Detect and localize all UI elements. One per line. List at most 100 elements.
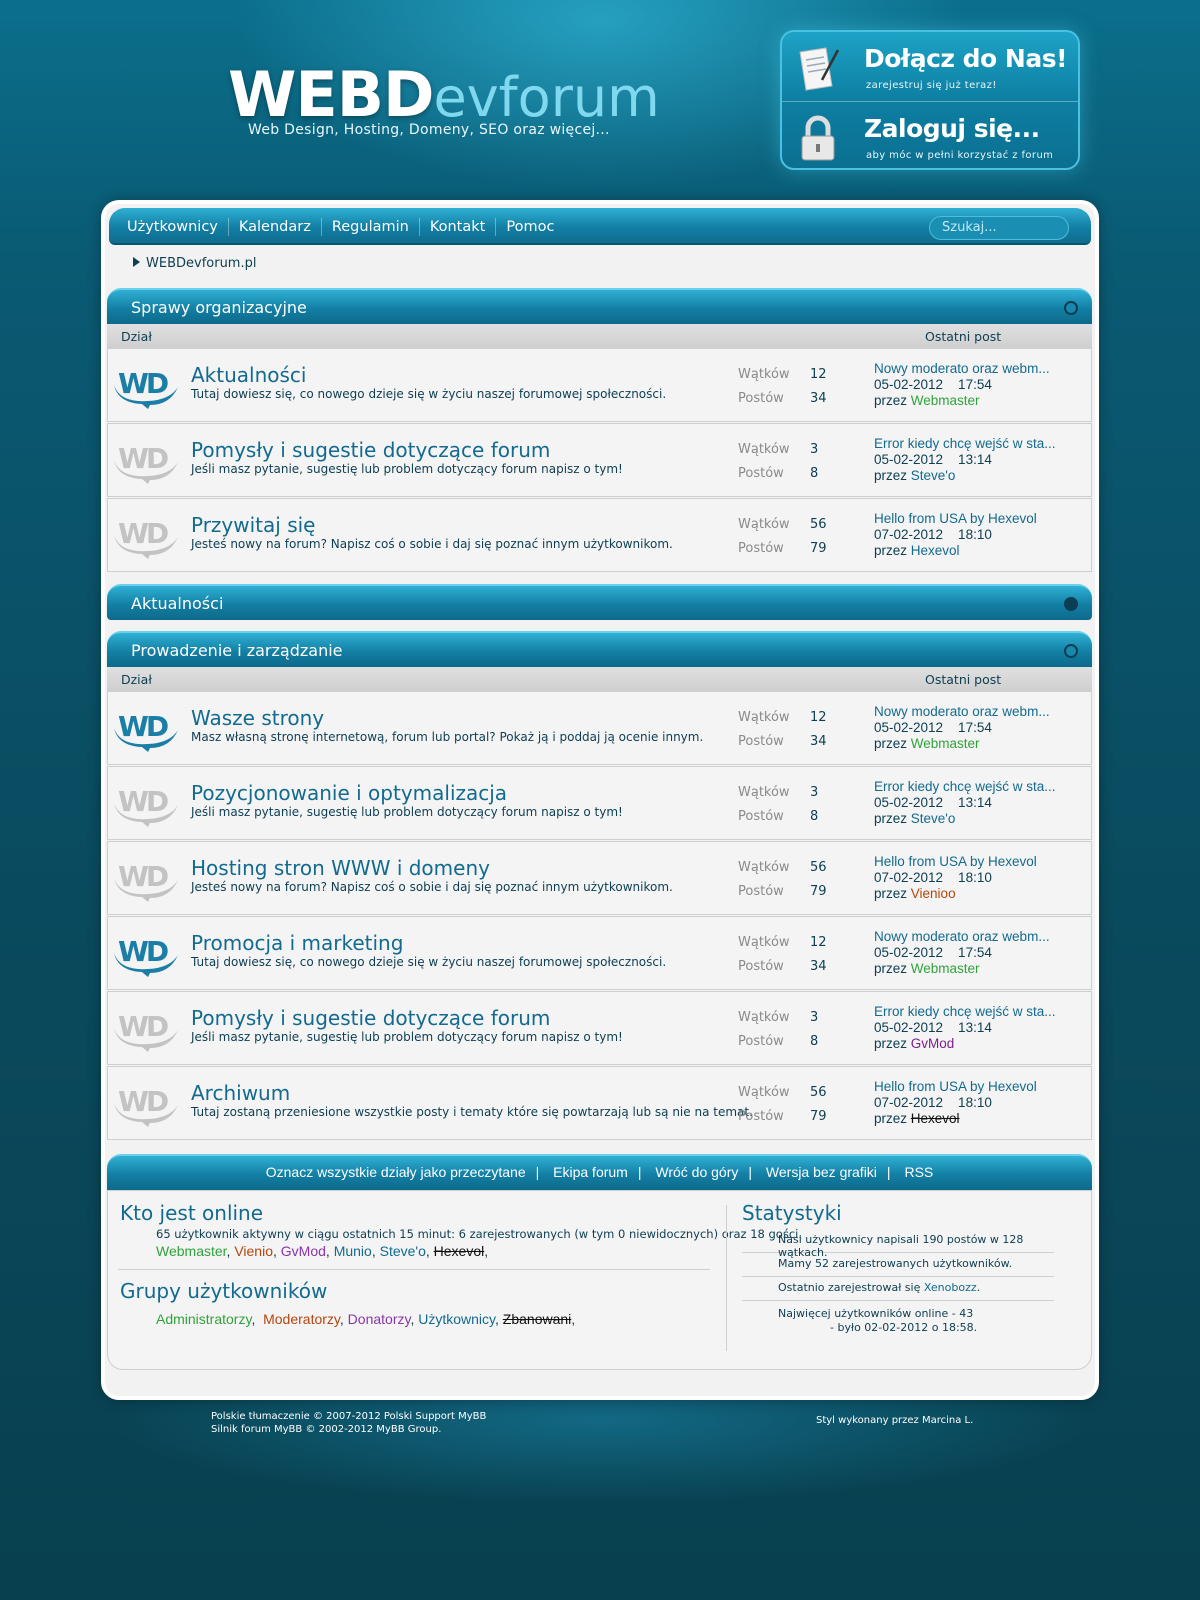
online-user[interactable]: Munio: [334, 1243, 372, 1259]
last-post-link[interactable]: Hello from USA by Hexevol: [874, 511, 1069, 526]
posts-count: 79: [810, 884, 827, 899]
posts-count: 34: [810, 391, 827, 406]
nav-users[interactable]: Użytkownicy: [117, 218, 229, 236]
category-header[interactable]: Sprawy organizacyjne: [107, 288, 1092, 324]
group-users[interactable]: Użytkownicy: [418, 1311, 495, 1327]
forum-row: WD Aktualności Tutaj dowiesz się, co noweg…: [107, 348, 1092, 422]
category-title[interactable]: Sprawy organizacyjne: [131, 298, 307, 317]
last-post-user-link[interactable]: Vienioo: [911, 886, 956, 901]
nav-calendar[interactable]: Kalendarz: [229, 218, 322, 236]
last-post-user-link[interactable]: Webmaster: [911, 961, 980, 976]
newest-member-link[interactable]: Xenobozz: [924, 1281, 977, 1294]
forum-title-link[interactable]: Wasze strony: [191, 706, 324, 730]
category-title[interactable]: Prowadzenie i zarządzanie: [131, 641, 343, 660]
last-post-link[interactable]: Nowy moderato oraz webm...: [874, 361, 1069, 376]
last-post-link[interactable]: Error kiedy chcę wejść w sta...: [874, 779, 1069, 794]
column-last-post: Ostatni post: [925, 329, 1002, 344]
lite-version-link[interactable]: Wersja bez grafiki: [766, 1164, 877, 1180]
svg-text:WD: WD: [118, 1085, 168, 1118]
last-post-link[interactable]: Error kiedy chcę wejść w sta...: [874, 1004, 1069, 1019]
forum-no-new-posts-icon: WD: [112, 856, 182, 902]
category-header[interactable]: Aktualności: [107, 584, 1092, 620]
groups-list: Administratorzy, Moderatorzy, Donatorzy,…: [156, 1311, 576, 1327]
breadcrumb-home[interactable]: WEBDevforum.pl: [146, 256, 256, 271]
search-input[interactable]: Szukaj...: [929, 216, 1069, 240]
last-post-user-link[interactable]: Steve'o: [911, 811, 956, 826]
threads-label: Wątków: [738, 785, 790, 800]
last-post-link[interactable]: Hello from USA by Hexevol: [874, 854, 1069, 869]
mark-all-read-link[interactable]: Oznacz wszystkie działy jako przeczytane: [266, 1164, 526, 1180]
site-logo[interactable]: WEBDevforum: [228, 58, 660, 131]
category-title[interactable]: Aktualności: [131, 594, 223, 613]
last-post-user-link[interactable]: Hexevol: [911, 543, 960, 558]
posts-label: Postów: [738, 466, 784, 481]
forum-new-posts-icon: WD: [112, 931, 182, 977]
last-post-date: 07-02-2012 18:10: [874, 1095, 992, 1110]
online-user[interactable]: Hexevol: [434, 1243, 485, 1259]
group-admins[interactable]: Administratorzy: [156, 1311, 251, 1327]
posts-count: 34: [810, 959, 827, 974]
last-post-author: przez Vienioo: [874, 886, 956, 901]
last-post-link[interactable]: Error kiedy chcę wejść w sta...: [874, 436, 1069, 451]
breadcrumb[interactable]: WEBDevforum.pl: [133, 256, 256, 271]
last-post-user-link[interactable]: GvMod: [911, 1036, 955, 1051]
threads-count: 3: [810, 1010, 819, 1025]
threads-label: Wątków: [738, 1085, 790, 1100]
last-post-user-link[interactable]: Webmaster: [911, 736, 980, 751]
forum-title-link[interactable]: Pomysły i sugestie dotyczące forum: [191, 1006, 550, 1030]
forum-team-link[interactable]: Ekipa forum: [553, 1164, 628, 1180]
threads-count: 56: [810, 860, 827, 875]
forum-title-link[interactable]: Pomysły i sugestie dotyczące forum: [191, 438, 550, 462]
translation-credit[interactable]: Polskie tłumaczenie © 2007-2012 Polski S…: [211, 1410, 486, 1423]
forum-title-link[interactable]: Hosting stron WWW i domeny: [191, 856, 490, 880]
login-button[interactable]: Zaloguj się... aby móc w pełni korzystać…: [782, 102, 1078, 168]
collapse-toggle-icon[interactable]: [1064, 597, 1078, 611]
last-post-date: 05-02-2012 17:54: [874, 945, 992, 960]
divider: [726, 1205, 727, 1351]
group-moderators[interactable]: Moderatorzy: [263, 1311, 340, 1327]
threads-count: 56: [810, 1085, 827, 1100]
forum-title-link[interactable]: Promocja i marketing: [191, 931, 403, 955]
online-user[interactable]: Steve'o: [380, 1243, 426, 1259]
join-title: Dołącz do Nas!: [864, 44, 1068, 73]
last-post-user-link[interactable]: Hexevol: [911, 1111, 960, 1126]
threads-count: 12: [810, 710, 827, 725]
stats-posts: Nasi użytkownicy napisali 190 postów w 1…: [742, 1229, 1054, 1259]
column-header: Dział Ostatni post: [107, 667, 1092, 691]
forum-title-link[interactable]: Przywitaj się: [191, 513, 315, 537]
last-post-user-link[interactable]: Steve'o: [911, 468, 956, 483]
last-post-link[interactable]: Nowy moderato oraz webm...: [874, 929, 1069, 944]
mybb-credit[interactable]: Silnik forum MyBB © 2002-2012 MyBB Group…: [211, 1423, 486, 1436]
online-user[interactable]: GvMod: [281, 1243, 326, 1259]
rss-link[interactable]: RSS: [904, 1164, 933, 1180]
forum-description: Tutaj dowiesz się, co nowego dzieje się …: [191, 387, 667, 401]
nav-help[interactable]: Pomoc: [496, 218, 564, 236]
posts-label: Postów: [738, 809, 784, 824]
account-box: Dołącz do Nas! zarejestruj się już teraz…: [780, 30, 1080, 170]
last-post-author: przez Webmaster: [874, 961, 980, 976]
last-post-link[interactable]: Hello from USA by Hexevol: [874, 1079, 1069, 1094]
collapse-toggle-icon[interactable]: [1064, 644, 1078, 658]
join-button[interactable]: Dołącz do Nas! zarejestruj się już teraz…: [782, 32, 1078, 102]
forum-no-new-posts-icon: WD: [112, 781, 182, 827]
category-header[interactable]: Prowadzenie i zarządzanie: [107, 631, 1092, 667]
back-to-top-link[interactable]: Wróć do góry: [655, 1164, 738, 1180]
forum-title-link[interactable]: Pozycjonowanie i optymalizacja: [191, 781, 507, 805]
footer-links-bar: Oznacz wszystkie działy jako przeczytane…: [107, 1154, 1092, 1190]
by-label: przez: [874, 811, 908, 826]
last-post-link[interactable]: Nowy moderato oraz webm...: [874, 704, 1069, 719]
group-banned[interactable]: Zbanowani: [503, 1311, 572, 1327]
collapse-toggle-icon[interactable]: [1064, 301, 1078, 315]
group-donators[interactable]: Donatorzy: [348, 1311, 411, 1327]
forum-title-link[interactable]: Aktualności: [191, 363, 306, 387]
online-user[interactable]: Webmaster: [156, 1243, 227, 1259]
online-user[interactable]: Vienio: [234, 1243, 273, 1259]
nav-rules[interactable]: Regulamin: [322, 218, 420, 236]
posts-label: Postów: [738, 541, 784, 556]
last-post-user-link[interactable]: Webmaster: [911, 393, 980, 408]
nav-contact[interactable]: Kontakt: [420, 218, 497, 236]
column-section: Dział: [121, 329, 152, 344]
threads-count: 56: [810, 517, 827, 532]
threads-label: Wątków: [738, 710, 790, 725]
forum-title-link[interactable]: Archiwum: [191, 1081, 290, 1105]
